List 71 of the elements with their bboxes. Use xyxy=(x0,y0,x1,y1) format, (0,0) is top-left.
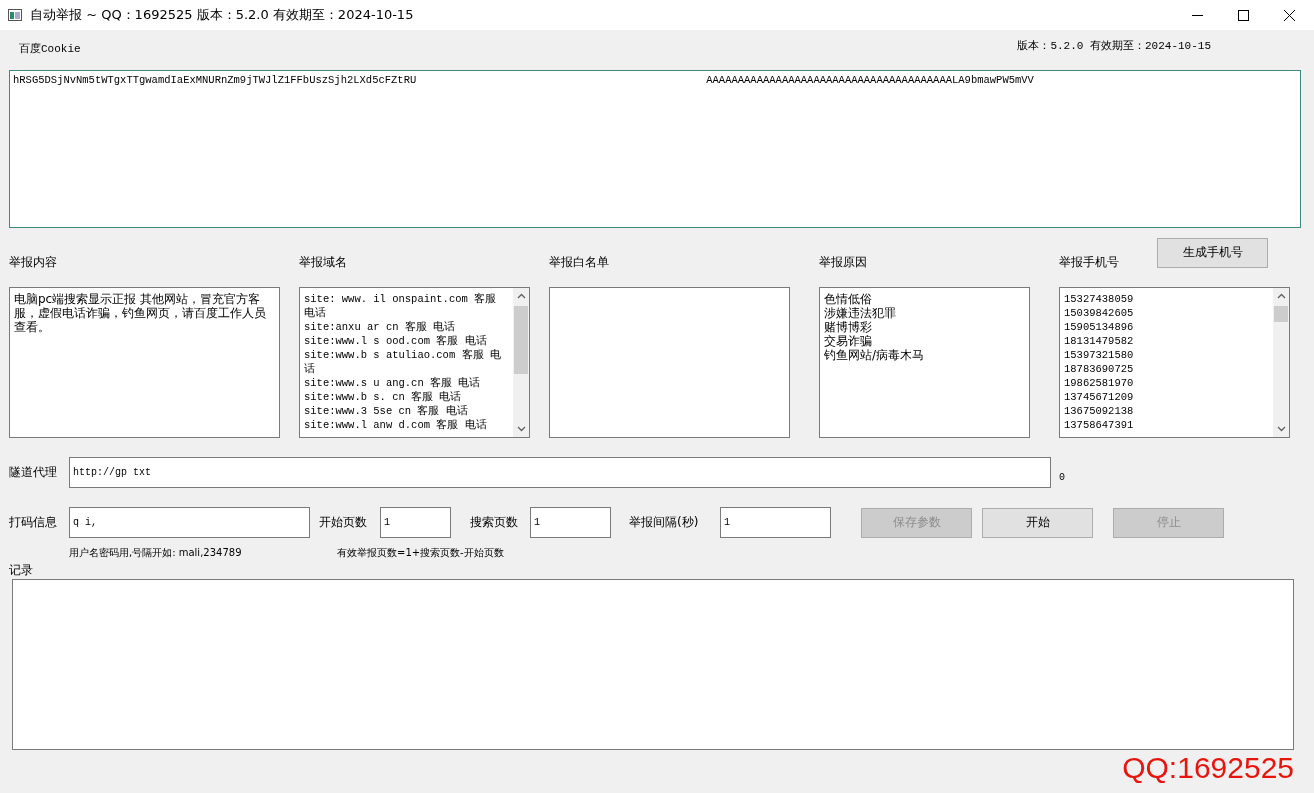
domain-line: 电话 xyxy=(304,306,327,320)
whitelist-box[interactable] xyxy=(549,287,790,438)
section-label: 举报白名单 xyxy=(549,254,609,271)
scroll-thumb[interactable] xyxy=(514,306,528,374)
cookie-field[interactable]: hRSG5DSjNvNm5tWTgxTTgwamdIaExMNURnZm9jTWJlZ1FFbUszSjh2LXd5cFZtRU AAAAAAAAAAAAAAAAAAAAAAAAAAAAAAAAAAAAAAALA9bmawPW5mVV xyxy=(9,70,1301,228)
domain-line: 话 xyxy=(304,362,316,376)
phone-number: 15039842605 xyxy=(1064,306,1135,320)
domain-line: site:www.3 5se cn 客服 电话 xyxy=(304,404,469,418)
reason-line: 钓鱼网站/病毒木马 xyxy=(824,348,926,362)
domain-line: site:www.l anw d.com 客服 电话 xyxy=(304,418,488,432)
hint-text: 用户名密码用,号隔开如: mali,234789 xyxy=(69,546,243,560)
text-area[interactable]: 色情低俗 涉嫌违法犯罪 赌博博彩 交易诈骗 钓鱼网站/病毒木马 xyxy=(819,287,1030,438)
cookie-text: AAAAAAAAAAAAAAAAAAAAAAAAAAAAAAAAAAAAAAALA9bmawPW5mVV xyxy=(706,74,1034,88)
scroll-up-icon[interactable] xyxy=(1276,293,1286,299)
domain-line: site:www.s u ang.cn 客服 电话 xyxy=(304,376,482,390)
scrollbar[interactable] xyxy=(513,288,529,437)
version-label: 版本：5.2.0 有效期至：2024-10-15 xyxy=(1017,39,1211,53)
window-title: 自动举报 ~ QQ：1692525 版本：5.2.0 有效期至：2024-10-15 xyxy=(30,6,415,24)
reason-line: 色情低俗 xyxy=(824,292,873,306)
captcha-field[interactable]: q i, xyxy=(69,507,310,538)
proxy-count: 0 xyxy=(1059,472,1065,483)
field-label: 举报间隔(秒) xyxy=(629,514,700,531)
start-button[interactable]: 开始 xyxy=(982,507,1093,538)
scroll-down-icon[interactable] xyxy=(1276,426,1286,432)
report-content-text: 电脑pc端搜索显示正报 其他网站，冒充官方客服，虚假电话诈骗，钓鱼网页，请百度工作人员查看。 xyxy=(14,292,267,334)
app-icon xyxy=(8,9,22,21)
hint-text: 有效举报页数=1+搜索页数-开始页数 xyxy=(337,546,504,560)
scroll-down-icon[interactable] xyxy=(516,426,526,432)
maximize-icon xyxy=(1237,9,1249,21)
field-label: 隧道代理 xyxy=(9,464,58,481)
domain-line: site:www.b s atuliao.com 客服 电 xyxy=(304,348,502,362)
domain-line: site: www. il onspaint.com 客服 xyxy=(304,292,498,306)
search-pages-field[interactable]: 1 xyxy=(530,507,611,538)
proxy-field[interactable]: http://gp txt xyxy=(69,457,1051,488)
phone-number: 13675092138 xyxy=(1064,404,1135,418)
field-label: 开始页数 xyxy=(319,514,368,531)
phone-number: 18783690725 xyxy=(1064,362,1135,376)
phone-number: 15905134896 xyxy=(1064,320,1135,334)
interval-field[interactable]: 1 xyxy=(720,507,831,538)
reason-line: 赌博博彩 xyxy=(824,320,873,334)
phone-number: 19862581970 xyxy=(1064,376,1135,390)
text-area[interactable] xyxy=(299,287,530,438)
domain-line: site:www.l s ood.com 客服 电话 xyxy=(304,334,488,348)
phone-number: 15397321580 xyxy=(1064,348,1135,362)
phone-number: 18131479582 xyxy=(1064,334,1135,348)
phone-number: 15327438059 xyxy=(1064,292,1135,306)
field-label: 打码信息 xyxy=(9,514,58,531)
cookie-label: 百度Cookie xyxy=(19,42,81,56)
reason-line: 交易诈骗 xyxy=(824,334,873,348)
qq-label: QQ:1692525 xyxy=(1122,751,1294,785)
section-label: 举报域名 xyxy=(299,254,347,271)
phone-number: 13758647391 xyxy=(1064,418,1135,432)
scroll-up-icon[interactable] xyxy=(516,293,526,299)
close-icon xyxy=(1283,9,1295,21)
domain-line: site:anxu ar cn 客服 电话 xyxy=(304,320,457,334)
text-area[interactable]: 15327438059 15039842605 15905134896 18131479582 15397321580 18783690725 19862581970 13745671209 13675092138 13758647391 xyxy=(1059,287,1290,438)
start-page-field[interactable]: 1 xyxy=(380,507,451,538)
minimize-icon xyxy=(1191,14,1203,16)
phone-number: 13745671209 xyxy=(1064,390,1135,404)
generate-button[interactable]: 生成手机号 xyxy=(1157,237,1268,268)
cookie-text: hRSG5DSjNvNm5tWTgxTTgwamdIaExMNURnZm9jTWJlZ1FFbUszSjh2LXd5cFZtRU xyxy=(13,74,417,88)
field-label: 搜索页数 xyxy=(470,514,519,531)
section-label: 举报原因 xyxy=(819,254,867,271)
scroll-thumb[interactable] xyxy=(1274,306,1288,322)
section-label: 举报内容 xyxy=(9,254,57,271)
scrollbar[interactable] xyxy=(1273,288,1289,437)
section-label: 举报手机号 xyxy=(1059,254,1119,271)
reason-line: 涉嫌违法犯罪 xyxy=(824,306,897,320)
log-label: 记录 xyxy=(9,562,34,579)
text-area[interactable]: 电脑pc端搜索显示正报 其他网站，冒充官方客服，虚假电话诈骗，钓鱼网页，请百度工作人员查看。 xyxy=(9,287,280,438)
domain-line: site:www.b s. cn 客服 电话 xyxy=(304,390,463,404)
